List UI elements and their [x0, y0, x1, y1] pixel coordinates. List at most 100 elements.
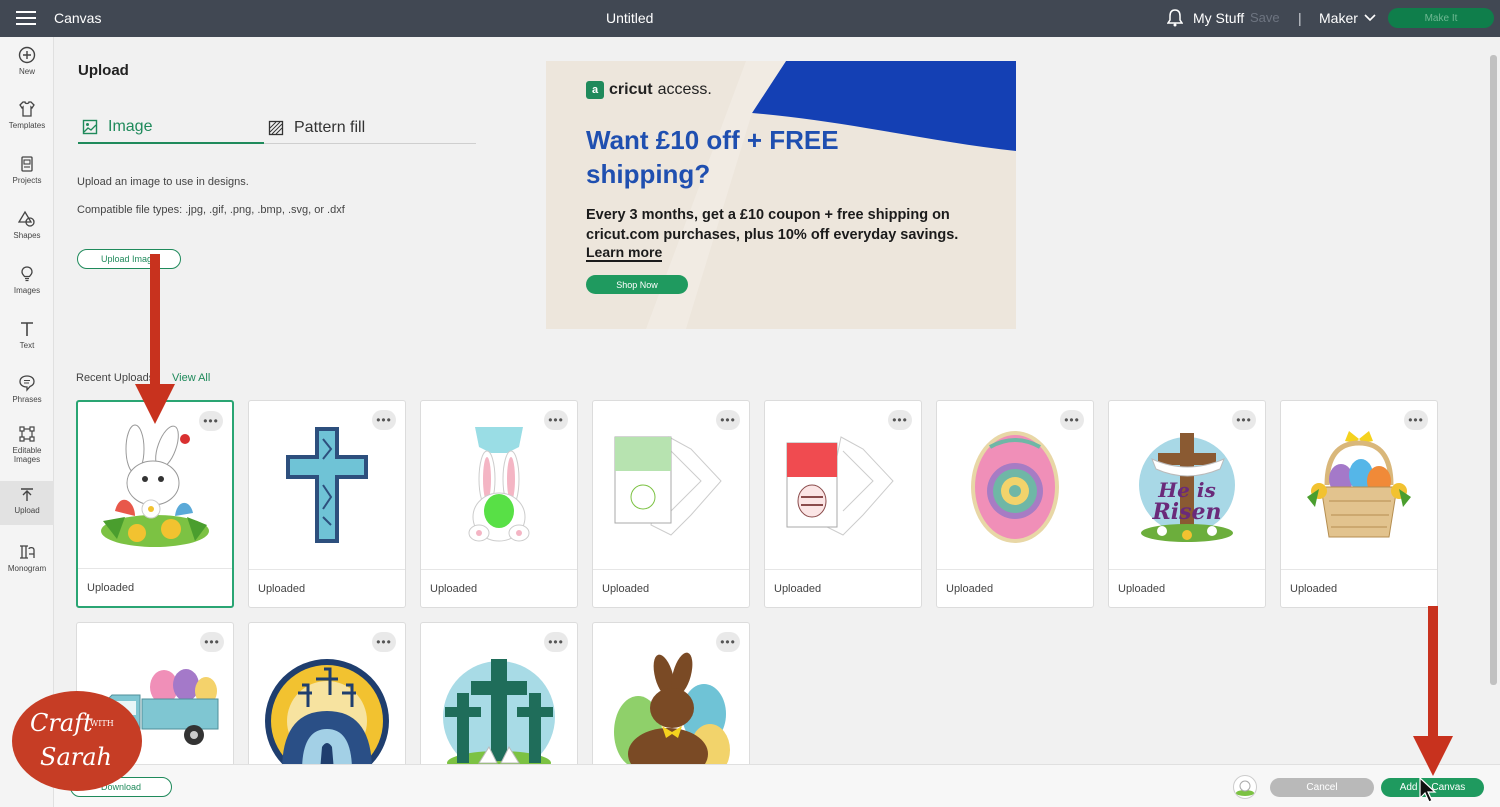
nav-item-editable-images[interactable]: Editable Images [0, 425, 54, 475]
card-status: Uploaded [421, 569, 577, 607]
scrollbar-thumb[interactable] [1490, 55, 1497, 685]
nav-label: Editable Images [12, 446, 42, 464]
card-status: Uploaded [765, 569, 921, 607]
upload-card-bunny-egg-holder[interactable]: ••• Uploaded [420, 400, 578, 608]
more-options-icon[interactable]: ••• [372, 410, 396, 430]
speech-bubble-icon [19, 375, 35, 392]
machine-label: Maker [1319, 10, 1358, 26]
document-title[interactable]: Untitled [606, 10, 653, 26]
shapes-icon [18, 210, 35, 227]
topbar-divider: | [1298, 10, 1302, 26]
image-icon [82, 119, 98, 135]
nav-label: Shapes [13, 231, 41, 240]
ad-logo: a cricut access. [586, 81, 712, 99]
lightbulb-icon [21, 266, 33, 282]
more-options-icon[interactable]: ••• [1404, 410, 1428, 430]
make-it-button[interactable]: Make It [1388, 8, 1494, 28]
nav-item-images[interactable]: Images [0, 265, 54, 309]
upload-card-he-is-risen[interactable]: He is Risen ••• Uploaded [1108, 400, 1266, 608]
craft-with-sarah-logo: Craft WITH Sarah [12, 691, 142, 791]
logo-line-1: Craft [30, 709, 93, 737]
nav-label: Phrases [12, 395, 42, 404]
ad-brand: cricut [609, 81, 653, 98]
vertical-scrollbar[interactable] [1487, 37, 1500, 764]
nav-item-templates[interactable]: Templates [0, 100, 54, 144]
nav-item-phrases[interactable]: Phrases [0, 374, 54, 418]
plus-circle-icon [18, 46, 36, 64]
nav-label: Monogram [7, 564, 47, 573]
page-title: Upload [78, 62, 129, 79]
upload-card-green-envelope[interactable]: ••• Uploaded [592, 400, 750, 608]
ad-body: Every 3 months, get a £10 coupon + free … [586, 207, 959, 243]
nav-label: Text [19, 341, 35, 350]
editable-images-icon [19, 426, 35, 442]
logo-with: WITH [90, 719, 114, 728]
card-status: Uploaded [1281, 569, 1437, 607]
cricut-access-ad[interactable]: a cricut access. Want £10 off + FREE shi… [546, 61, 1016, 329]
bell-icon[interactable] [1167, 9, 1183, 27]
upload-description: Upload an image to use in designs. [77, 176, 249, 188]
upload-card-easter-basket[interactable]: ••• Uploaded [1280, 400, 1438, 608]
ad-brand-suffix: access. [657, 81, 712, 98]
upload-card-mandala-egg[interactable]: ••• Uploaded [936, 400, 1094, 608]
view-all-link[interactable]: View All [172, 372, 210, 384]
red-arrow-annotation [135, 254, 175, 424]
nav-label: Upload [14, 506, 40, 515]
more-options-icon[interactable]: ••• [888, 410, 912, 430]
shop-now-button[interactable]: Shop Now [586, 275, 688, 294]
save-button[interactable]: Save [1250, 10, 1280, 25]
more-options-icon[interactable]: ••• [716, 632, 740, 652]
card-status: Uploaded [249, 569, 405, 607]
nav-item-text[interactable]: Text [0, 320, 54, 364]
app-name: Canvas [54, 10, 102, 26]
text-icon [21, 322, 33, 336]
card-status: Uploaded [937, 569, 1093, 607]
more-options-icon[interactable]: ••• [1060, 410, 1084, 430]
my-stuff-link[interactable]: My Stuff [1193, 10, 1244, 26]
svg-text:Risen: Risen [1151, 499, 1221, 525]
mouse-cursor-icon [1419, 776, 1437, 803]
selected-preview-thumbnail [1233, 775, 1257, 799]
more-options-icon[interactable]: ••• [199, 411, 223, 431]
file-types-note: Compatible file types: .jpg, .gif, .png,… [77, 204, 345, 216]
pattern-icon [268, 120, 284, 135]
more-options-icon[interactable]: ••• [716, 410, 740, 430]
shirt-icon [19, 101, 35, 117]
chevron-down-icon [1364, 14, 1376, 22]
nav-label: Images [13, 286, 41, 295]
card-status: Uploaded [78, 568, 232, 606]
more-options-icon[interactable]: ••• [200, 632, 224, 652]
more-options-icon[interactable]: ••• [372, 632, 396, 652]
nav-item-upload[interactable]: Upload [0, 481, 54, 525]
projects-icon [21, 156, 33, 172]
red-arrow-annotation [1413, 606, 1453, 776]
more-options-icon[interactable]: ••• [544, 410, 568, 430]
card-status: Uploaded [1109, 569, 1265, 607]
ad-learn-more-link[interactable]: Learn more [586, 244, 663, 262]
upload-card-bunny-flowers[interactable]: ••• Uploaded [76, 400, 234, 608]
nav-label: Templates [8, 121, 46, 130]
more-options-icon[interactable]: ••• [544, 632, 568, 652]
nav-label: Projects [12, 176, 42, 185]
cancel-button[interactable]: Cancel [1270, 778, 1374, 797]
upload-icon [21, 488, 33, 501]
tab-label: Image [108, 118, 153, 135]
ad-headline: Want £10 off + FREE shipping? [586, 125, 839, 189]
nav-item-projects[interactable]: Projects [0, 155, 54, 199]
upload-card-blue-cross[interactable]: ••• Uploaded [248, 400, 406, 608]
nav-item-new[interactable]: New [0, 46, 54, 90]
nav-item-shapes[interactable]: Shapes [0, 210, 54, 254]
cricut-access-logo-icon: a [586, 81, 604, 99]
tab-image[interactable]: Image [78, 112, 264, 144]
tab-pattern-fill[interactable]: Pattern fill [264, 112, 476, 144]
hamburger-menu-icon[interactable] [16, 11, 36, 25]
upload-card-red-envelope[interactable]: ••• Uploaded [764, 400, 922, 608]
tab-label: Pattern fill [294, 118, 366, 136]
machine-select[interactable]: Maker [1319, 10, 1376, 26]
nav-item-monogram[interactable]: Monogram [0, 543, 54, 587]
top-bar: Canvas Untitled My Stuff Save | Maker Ma… [0, 0, 1500, 37]
monogram-icon [20, 545, 35, 559]
left-navigation: New Templates Projects Shapes Images Tex… [0, 37, 54, 807]
more-options-icon[interactable]: ••• [1232, 410, 1256, 430]
card-status: Uploaded [593, 569, 749, 607]
